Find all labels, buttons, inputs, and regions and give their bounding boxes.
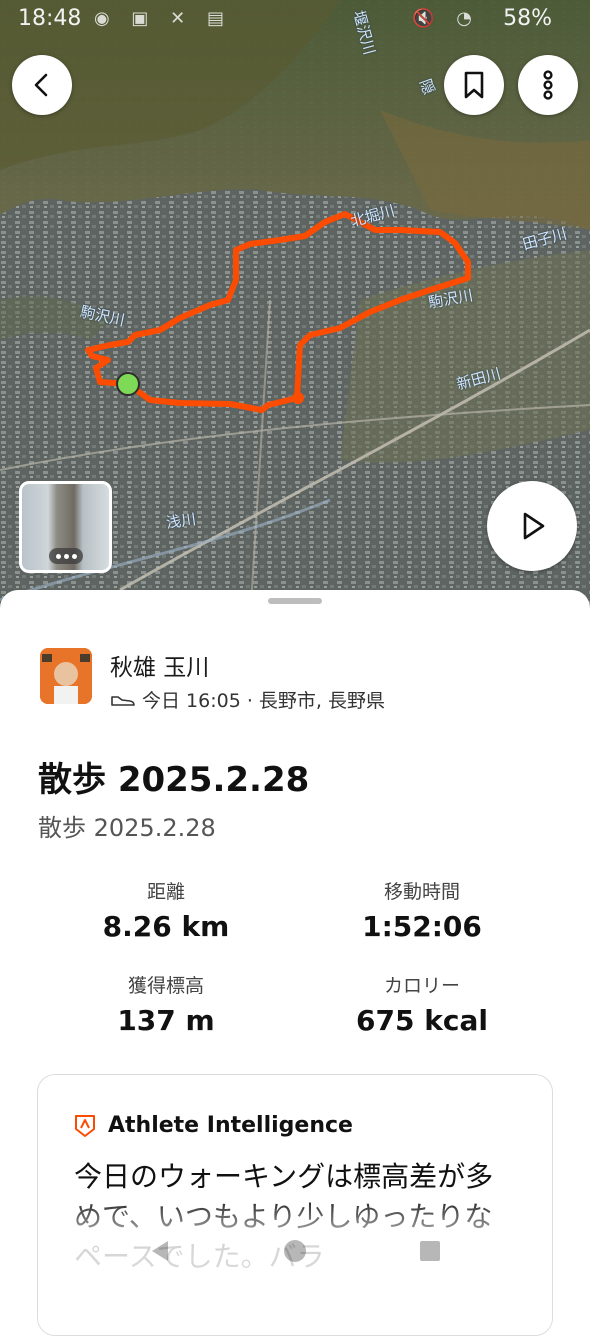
notification-icons: ◉ ▣ ✕ ▤ [94,8,232,29]
stat-label: 距離 [146,881,185,903]
drag-handle[interactable] [268,598,322,604]
nav-recents-icon[interactable] [418,1239,442,1263]
stat-moving-time: 移動時間 1:52:06 [312,877,532,943]
ai-card-title: Athlete Intelligence [108,1113,353,1138]
nav-home-icon[interactable] [282,1238,308,1264]
status-time: 18:48 [18,6,82,31]
stat-elevation-gain: 獲得標高 137 m [56,971,276,1037]
activity-title: 散歩 2025.2.28 [38,760,310,800]
battery-level: 58% [503,6,552,31]
system-nav-bar [0,1222,590,1279]
play-flyover-button[interactable] [487,481,577,571]
stat-value: 1:52:06 [362,910,482,943]
stat-label: カロリー [383,975,460,997]
start-marker [116,372,140,396]
system-icons: 🔇 ◔ [412,8,480,29]
stat-value: 675 kcal [356,1004,488,1037]
back-button[interactable] [12,55,72,115]
bookmark-icon [464,71,484,99]
more-photos-indicator [49,548,83,564]
stat-label: 移動時間 [383,881,460,903]
activity-description: 散歩 2025.2.28 [38,814,216,842]
ai-card-header: Athlete Intelligence [74,1113,353,1138]
activity-details-sheet[interactable]: 秋雄 玉川 今日 16:05 · 長野市, 長野県 散歩 2025.2.28 散… [0,590,590,1336]
stat-distance: 距離 8.26 km [56,877,276,943]
status-bar: 18:48 ◉ ▣ ✕ ▤ 🔇 ◔ 58% [0,0,590,38]
stat-value: 137 m [117,1004,215,1037]
stat-label: 獲得標高 [127,975,204,997]
avatar-image [40,648,92,704]
shoe-icon [111,695,135,706]
photo-thumbnail[interactable] [19,481,112,573]
nav-back-icon[interactable] [148,1238,172,1264]
stat-value: 8.26 km [102,910,230,943]
bookmark-button[interactable] [444,55,504,115]
stat-calories: カロリー 675 kcal [312,971,532,1037]
athlete-name[interactable]: 秋雄 玉川 [110,648,209,682]
chevron-left-icon [34,73,48,97]
activity-time-location: 今日 16:05 · 長野市, 長野県 [142,690,385,712]
route-map[interactable]: 堰沢川 隠 北堀川 田子川 駒沢川 駒沢川 新田川 浅川 18:48 ◉ ▣ ✕… [0,0,590,620]
route-point [292,392,304,404]
river-label: 浅川 [164,509,198,532]
play-icon [523,512,545,540]
avatar[interactable] [40,648,92,704]
activity-meta: 今日 16:05 · 長野市, 長野県 [110,686,385,713]
athlete-intelligence-card[interactable]: Athlete Intelligence 今日のウォーキングは標高差が多めで、い… [37,1074,553,1336]
more-vertical-icon [543,70,553,100]
more-options-button[interactable] [518,55,578,115]
athlete-intelligence-icon [75,1114,95,1137]
